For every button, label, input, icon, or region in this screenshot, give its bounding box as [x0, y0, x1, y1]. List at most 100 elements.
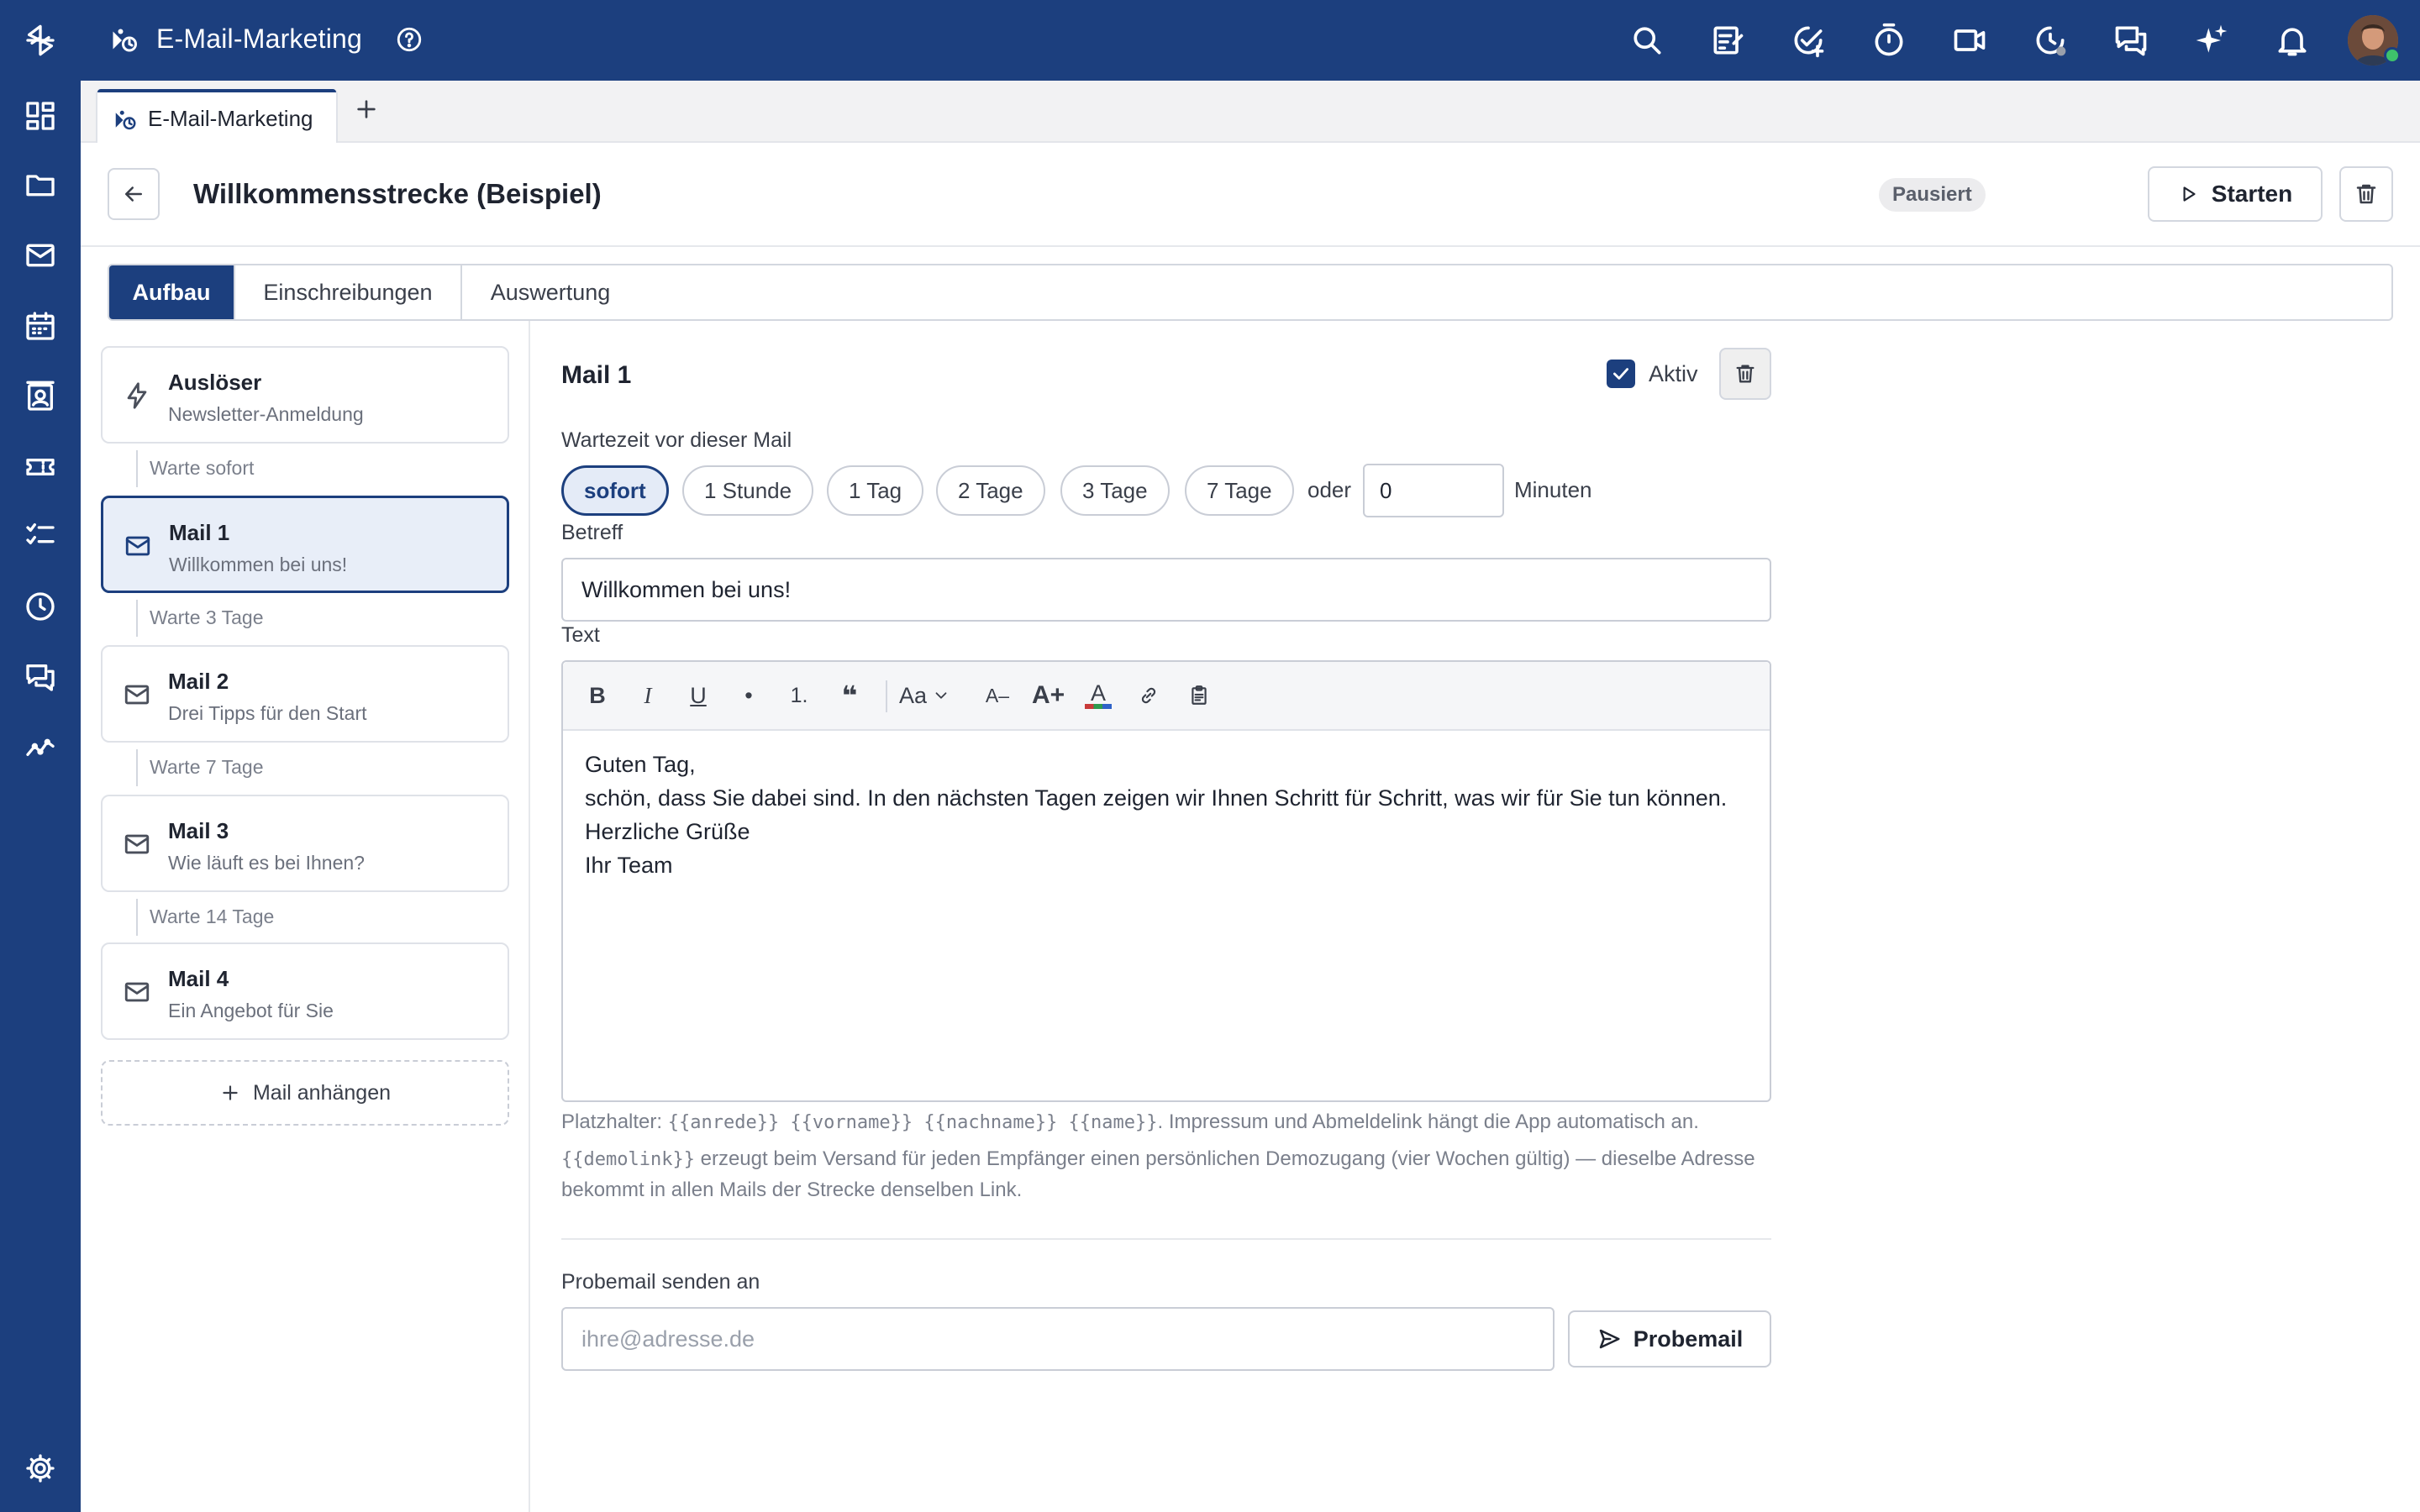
text-field-label: Text	[561, 623, 600, 647]
wait-connector	[136, 600, 138, 637]
step-mail-2[interactable]: Mail 2 Drei Tipps für den Start	[101, 645, 509, 743]
calendar-icon[interactable]	[20, 306, 60, 346]
sparkle-ai-icon[interactable]	[2193, 22, 2230, 59]
body-line: Herzliche Grüße	[585, 819, 750, 844]
wait-option-2-tage[interactable]: 2 Tage	[936, 465, 1045, 516]
wait-label: Warte 7 Tage	[150, 756, 264, 778]
increase-font-button[interactable]: A+	[1032, 680, 1065, 711]
wait-field-label: Wartezeit vor dieser Mail	[561, 428, 792, 452]
add-mail-button[interactable]: Mail anhängen	[101, 1060, 509, 1126]
tasks-icon[interactable]	[20, 516, 60, 556]
test-email-input[interactable]: ihre@adresse.de	[561, 1307, 1555, 1371]
italic-button[interactable]: I	[634, 680, 662, 711]
wait-connector	[136, 749, 138, 786]
wait-option-7-tage[interactable]: 7 Tage	[1185, 465, 1294, 516]
tab-aufbau[interactable]: Aufbau	[109, 265, 234, 319]
tab-strip: E-Mail-Marketing	[81, 81, 2420, 143]
send-icon	[1599, 1329, 1620, 1349]
active-checkbox[interactable]	[1607, 360, 1635, 388]
editor-content[interactable]: Guten Tag, schön, dass Sie dabei sind. I…	[585, 748, 1753, 882]
clipboard-icon[interactable]	[1185, 680, 1213, 711]
demolink-text: erzeugt beim Versand für jeden Empfänger…	[561, 1147, 1755, 1201]
wait-option-1-stunde[interactable]: 1 Stunde	[682, 465, 814, 516]
rich-text-editor[interactable]: B I U • 1. ❝ Aa A– A+ A Guten Tag, schön…	[561, 660, 1771, 1102]
online-status-dot	[2384, 47, 2401, 64]
step-mail-3[interactable]: Mail 3 Wie läuft es bei Ihnen?	[101, 795, 509, 892]
time-tracking-icon[interactable]	[2032, 22, 2069, 59]
mail-icon[interactable]	[20, 235, 60, 276]
or-label: oder	[1307, 477, 1352, 502]
folder-icon[interactable]	[20, 165, 60, 205]
step-trigger[interactable]: Auslöser Newsletter-Anmeldung	[101, 346, 509, 444]
back-button[interactable]	[108, 168, 160, 220]
font-size-dropdown[interactable]: Aa	[899, 680, 950, 711]
notes-icon[interactable]	[1709, 22, 1746, 59]
underline-button[interactable]: U	[684, 680, 713, 711]
video-icon[interactable]	[1951, 22, 1988, 59]
subject-field-label: Betreff	[561, 521, 623, 544]
mail-icon	[123, 830, 151, 858]
contacts-icon[interactable]	[20, 376, 60, 417]
font-size-label: Aa	[899, 682, 928, 708]
mail-icon	[124, 532, 152, 560]
start-button[interactable]: Starten	[2148, 166, 2323, 222]
step-mail-4[interactable]: Mail 4 Ein Angebot für Sie	[101, 942, 509, 1040]
link-icon[interactable]	[1134, 680, 1163, 711]
help-icon[interactable]	[395, 25, 424, 54]
body-line: schön, dass Sie dabei sind. In den nächs…	[585, 785, 1728, 811]
section-tabs: Aufbau Einschreibungen Auswertung	[108, 264, 2393, 321]
test-mail-label: Probemail senden an	[561, 1270, 760, 1294]
tab-email-marketing[interactable]: E-Mail-Marketing	[96, 89, 338, 143]
placeholder-hint: Platzhalter: {{anrede}} {{vorname}} {{na…	[561, 1107, 1788, 1138]
demolink-hint: {{demolink}} erzeugt beim Versand für je…	[561, 1144, 1788, 1205]
wait-connector	[136, 899, 138, 936]
ticket-icon[interactable]	[20, 447, 60, 487]
subject-input[interactable]: Willkommen bei uns!	[561, 558, 1771, 622]
numbered-list-button[interactable]: 1.	[785, 680, 813, 711]
toolbar-separator	[886, 680, 887, 712]
search-icon[interactable]	[1628, 22, 1665, 59]
add-tab-plus-icon[interactable]	[353, 96, 380, 123]
wait-option-3-tage[interactable]: 3 Tage	[1060, 465, 1170, 516]
tab-auswertung[interactable]: Auswertung	[462, 265, 639, 319]
delete-mail-button[interactable]	[1719, 348, 1771, 400]
mail-icon	[123, 680, 151, 709]
wait-label: Warte sofort	[150, 457, 255, 479]
minutes-input[interactable]: 0	[1363, 464, 1504, 517]
timer-icon[interactable]	[1870, 22, 1907, 59]
settings-gear-icon[interactable]	[20, 1448, 60, 1488]
text-color-label: A	[1090, 680, 1106, 706]
bullet-list-button[interactable]: •	[734, 680, 763, 711]
page-title: Willkommensstrecke (Beispiel)	[193, 178, 602, 209]
bell-icon[interactable]	[2274, 22, 2311, 59]
section-divider	[561, 1238, 1771, 1240]
step-title: Mail 4	[168, 966, 229, 991]
header-divider	[81, 245, 2420, 247]
step-mail-1[interactable]: Mail 1 Willkommen bei uns!	[101, 496, 509, 593]
chat-icon[interactable]	[20, 657, 60, 697]
text-color-button[interactable]: A	[1084, 680, 1113, 711]
marketing-tab-icon	[113, 108, 138, 133]
active-label: Aktiv	[1649, 361, 1698, 386]
mail-icon	[123, 978, 151, 1006]
tab-label: E-Mail-Marketing	[148, 106, 313, 131]
quote-button[interactable]: ❝	[835, 680, 864, 711]
analytics-icon[interactable]	[20, 727, 60, 768]
delete-campaign-button[interactable]	[2339, 166, 2393, 222]
play-icon	[2183, 186, 2196, 202]
app-logo-icon[interactable]	[20, 20, 60, 60]
messages-icon[interactable]	[2112, 22, 2149, 59]
dashboard-icon[interactable]	[20, 96, 60, 136]
wait-connector	[136, 450, 138, 487]
wait-option-sofort[interactable]: sofort	[561, 465, 669, 516]
editor-toolbar: B I U • 1. ❝ Aa A– A+ A	[563, 662, 1770, 731]
wait-option-1-tag[interactable]: 1 Tag	[827, 465, 924, 516]
decrease-font-button[interactable]: A–	[983, 680, 1012, 711]
send-test-mail-button[interactable]: Probemail	[1568, 1310, 1771, 1368]
task-check-icon[interactable]	[1790, 22, 1827, 59]
tab-einschreibungen[interactable]: Einschreibungen	[235, 265, 460, 319]
clock-icon[interactable]	[20, 586, 60, 627]
panel-divider	[529, 321, 530, 1512]
bold-button[interactable]: B	[583, 680, 612, 711]
status-badge: Pausiert	[1879, 178, 1986, 212]
